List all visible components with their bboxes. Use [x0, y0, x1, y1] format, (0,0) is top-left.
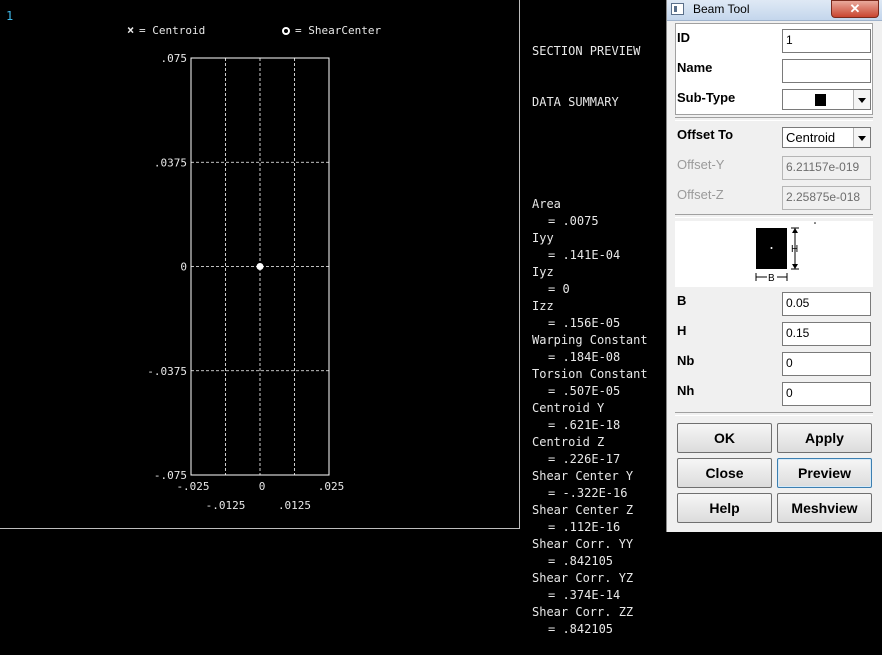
summary-value: = .112E-16 — [548, 520, 621, 534]
summary-label: Area — [532, 197, 561, 211]
summary-value: = 0 — [548, 282, 570, 296]
nb-label: Nb — [677, 353, 695, 368]
legend-centroid-label: = Centroid — [139, 24, 205, 37]
section-plot: × = Centroid = ShearCenter .075.03750-.0… — [127, 23, 381, 512]
sub-type-select[interactable] — [782, 89, 871, 110]
diagram-b-label: B — [768, 273, 775, 284]
offset-y-field: 6.21157e-019 — [782, 156, 871, 180]
id-field[interactable]: 1 — [782, 29, 871, 53]
summary-label: Shear Corr. YZ — [532, 571, 634, 585]
summary-label: Shear Center Y — [532, 469, 634, 483]
b-label: B — [677, 293, 687, 308]
y-tick-label: -.0375 — [147, 365, 187, 378]
nh-field[interactable]: 0 — [782, 382, 871, 406]
name-label: Name — [677, 60, 713, 75]
y-tick-label: .075 — [161, 52, 188, 65]
offset-y-label: Offset-Y — [677, 157, 725, 172]
summary-label: Iyz — [532, 265, 554, 279]
nb-field[interactable]: 0 — [782, 352, 871, 376]
summary-value: = .842105 — [548, 622, 614, 636]
beam-tool-window: Beam Tool ✕ ID 1 Name Sub-Type Offset To… — [666, 0, 882, 532]
chevron-down-icon[interactable] — [853, 128, 870, 147]
summary-label: Iyy — [532, 231, 554, 245]
name-field[interactable] — [782, 59, 871, 83]
summary-label: Shear Center Z — [532, 503, 634, 517]
legend: × = Centroid = ShearCenter — [127, 23, 381, 37]
summary-label: Shear Corr. YY — [532, 537, 634, 551]
summary-label: Centroid Y — [532, 401, 605, 415]
summary-value: = .374E-14 — [548, 588, 621, 602]
summary-label: Izz — [532, 299, 554, 313]
close-button[interactable]: Close — [677, 458, 772, 488]
offset-to-label: Offset To — [677, 127, 734, 142]
summary-value: = .156E-05 — [548, 316, 621, 330]
data-points — [256, 263, 264, 270]
summary-value: = .226E-17 — [548, 452, 621, 466]
x-tick-label: 0 — [259, 480, 266, 493]
x-tick-label: -.025 — [176, 480, 209, 493]
window-title: Beam Tool — [693, 2, 750, 16]
summary-value: = .507E-05 — [548, 384, 621, 398]
shear-center-point — [256, 263, 264, 270]
y-tick-label: 0 — [180, 261, 187, 274]
summary-label: Warping Constant — [532, 333, 648, 347]
shear-center-marker-icon — [282, 27, 290, 35]
id-label: ID — [677, 30, 690, 45]
summary-value: = .0075 — [548, 214, 599, 228]
diagram-h-label: H — [791, 244, 798, 255]
title-bar[interactable]: Beam Tool ✕ — [667, 0, 882, 21]
section-preview-panel: 1 × = Centroid = ShearCenter .075.0375 0-… — [0, 0, 520, 529]
summary-value: = .621E-18 — [548, 418, 621, 432]
preview-button[interactable]: Preview — [777, 458, 872, 488]
data-summary: SECTION PREVIEW DATA SUMMARY Area = .0075… — [532, 9, 648, 655]
nh-label: Nh — [677, 383, 695, 398]
h-label: H — [677, 323, 687, 338]
summary-value: = .141E-04 — [548, 248, 621, 262]
x-tick-label: .025 — [318, 480, 345, 493]
solid-rectangle-icon — [815, 94, 826, 106]
summary-label: Torsion Constant — [532, 367, 648, 381]
offset-z-field: 2.25875e-018 — [782, 186, 871, 210]
apply-button[interactable]: Apply — [777, 423, 872, 453]
offset-to-select[interactable]: Centroid — [782, 127, 871, 148]
rectangular-section-icon: H B — [755, 222, 816, 284]
summary-header-1: SECTION PREVIEW — [532, 44, 641, 58]
offset-z-label: Offset-Z — [677, 187, 724, 202]
summary-label: Centroid Z — [532, 435, 605, 449]
window-close-button[interactable]: ✕ — [831, 0, 879, 18]
summary-value: = .842105 — [548, 554, 614, 568]
offset-to-value: Centroid — [786, 130, 836, 145]
h-field[interactable]: 0.15 — [782, 322, 871, 346]
summary-header-2: DATA SUMMARY — [532, 95, 619, 109]
legend-shear-center-label: = ShearCenter — [295, 24, 381, 37]
x-tick-label: .0125 — [278, 499, 311, 512]
help-button[interactable]: Help — [677, 493, 772, 523]
x-tick-label: -.0125 — [206, 499, 246, 512]
separator — [675, 412, 873, 416]
summary-value: = .184E-08 — [548, 350, 621, 364]
x-axis: -.025 0 .025 -.0125 .0125 — [176, 480, 344, 512]
ok-button[interactable]: OK — [677, 423, 772, 453]
y-axis: .075.03750-.0375-.075 — [147, 52, 187, 482]
y-tick-label: .0375 — [154, 156, 187, 169]
b-field[interactable]: 0.05 — [782, 292, 871, 316]
summary-value: = -.322E-16 — [548, 486, 628, 500]
meshview-button[interactable]: Meshview — [777, 493, 872, 523]
sub-type-label: Sub-Type — [677, 90, 736, 105]
section-diagram: H B — [675, 221, 873, 287]
window-app-icon — [671, 3, 684, 15]
separator — [675, 214, 873, 218]
separator — [675, 117, 873, 121]
chevron-down-icon[interactable] — [853, 90, 870, 109]
centroid-marker-icon: × — [127, 23, 134, 37]
summary-label: Shear Corr. ZZ — [532, 605, 634, 619]
